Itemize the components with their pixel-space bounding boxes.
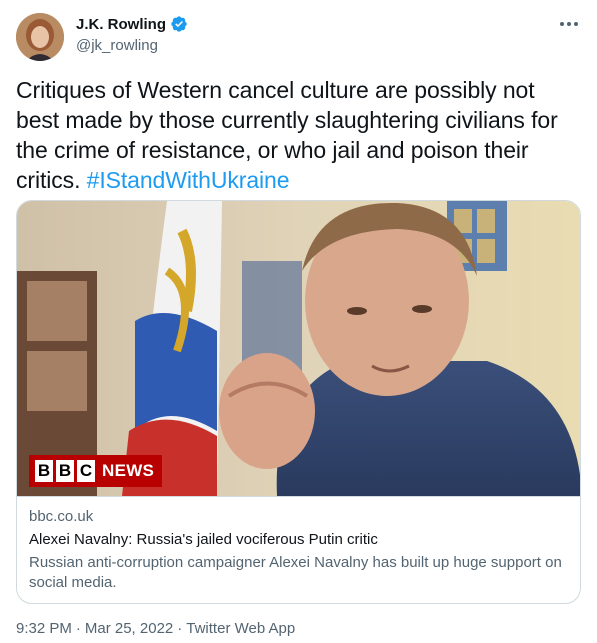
card-description: Russian anti-corruption campaigner Alexe… bbox=[29, 554, 562, 591]
tweet-meta: 9:32 PM · Mar 25, 2022 · Twitter Web App bbox=[16, 620, 295, 637]
author-handle[interactable]: @jk_rowling bbox=[76, 37, 158, 54]
profile-photo bbox=[16, 13, 64, 61]
bbc-logo-letter: B bbox=[35, 460, 53, 482]
verified-badge-icon bbox=[170, 15, 188, 33]
bbc-logo-letter: C bbox=[77, 460, 95, 482]
author-name-row: J.K. Rowling bbox=[76, 15, 188, 33]
card-body: bbc.co.uk Alexei Navalny: Russia's jaile… bbox=[17, 496, 580, 593]
tweet-source[interactable]: Twitter Web App bbox=[186, 620, 295, 637]
tweet-time[interactable]: 9:32 PM bbox=[16, 620, 72, 637]
more-icon bbox=[560, 22, 578, 26]
tweet-text: Critiques of Western cancel culture are … bbox=[16, 75, 581, 195]
more-options-button[interactable] bbox=[555, 14, 583, 34]
card-image: B B C NEWS bbox=[17, 201, 580, 496]
news-photo bbox=[17, 201, 580, 496]
bbc-logo-news-text: NEWS bbox=[102, 461, 155, 480]
tweet-date[interactable]: Mar 25, 2022 bbox=[85, 620, 173, 637]
author-display-name[interactable]: J.K. Rowling bbox=[76, 16, 166, 33]
bbc-news-logo: B B C NEWS bbox=[29, 455, 163, 487]
card-title: Alexei Navalny: Russia's jailed vocifero… bbox=[29, 531, 378, 548]
bbc-logo-letter: B bbox=[56, 460, 74, 482]
meta-separator: · bbox=[75, 620, 81, 637]
card-domain: bbc.co.uk bbox=[29, 508, 94, 525]
hashtag-link[interactable]: #IStandWithUkraine bbox=[87, 167, 290, 193]
link-preview-card[interactable]: B B C NEWS bbc.co.uk Alexei Navalny: Rus… bbox=[16, 200, 581, 604]
author-avatar[interactable] bbox=[16, 13, 64, 61]
meta-separator: · bbox=[177, 620, 183, 637]
